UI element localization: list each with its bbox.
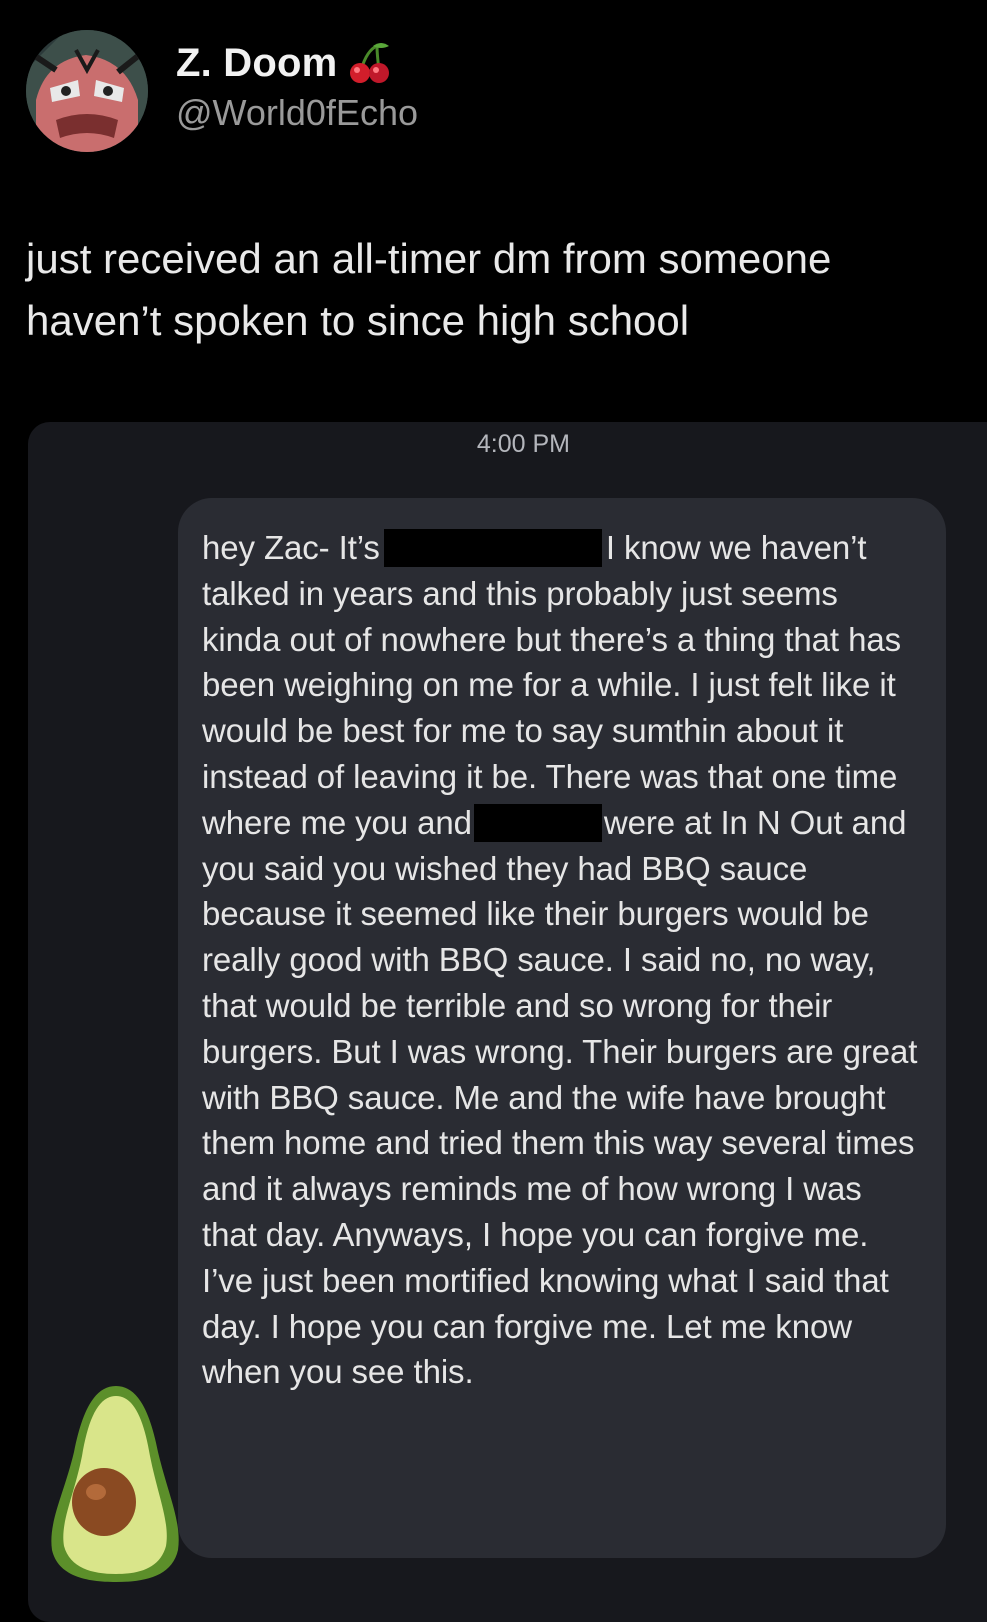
- display-name[interactable]: Z. Doom: [176, 41, 337, 86]
- profile-avatar[interactable]: [26, 30, 148, 152]
- tweet-header: Z. Doom @World0fEcho: [26, 30, 418, 152]
- sender-avatar[interactable]: [46, 1382, 186, 1582]
- message-timestamp: 4:00 PM: [476, 430, 570, 458]
- redaction-bar: [473, 803, 602, 842]
- message-text-part1: hey Zac- It’s: [202, 529, 380, 566]
- message-text-part2: I know we haven’t talked in years and th…: [202, 529, 901, 841]
- message-text: hey Zac- It’s I know we haven’t talked in…: [202, 525, 922, 1395]
- tweet-text: just received an all-timer dm from someo…: [26, 235, 832, 344]
- avocado-icon: [51, 1386, 179, 1582]
- display-name-row: Z. Doom: [176, 40, 418, 86]
- redaction-bar: [383, 529, 602, 567]
- cherries-icon: [350, 43, 390, 83]
- user-handle[interactable]: @World0fEcho: [176, 92, 418, 134]
- tweet-author-names: Z. Doom @World0fEcho: [176, 41, 418, 134]
- villain-face-icon: [26, 30, 148, 152]
- message-text-part3: were at In N Out and you said you wished…: [202, 803, 918, 1391]
